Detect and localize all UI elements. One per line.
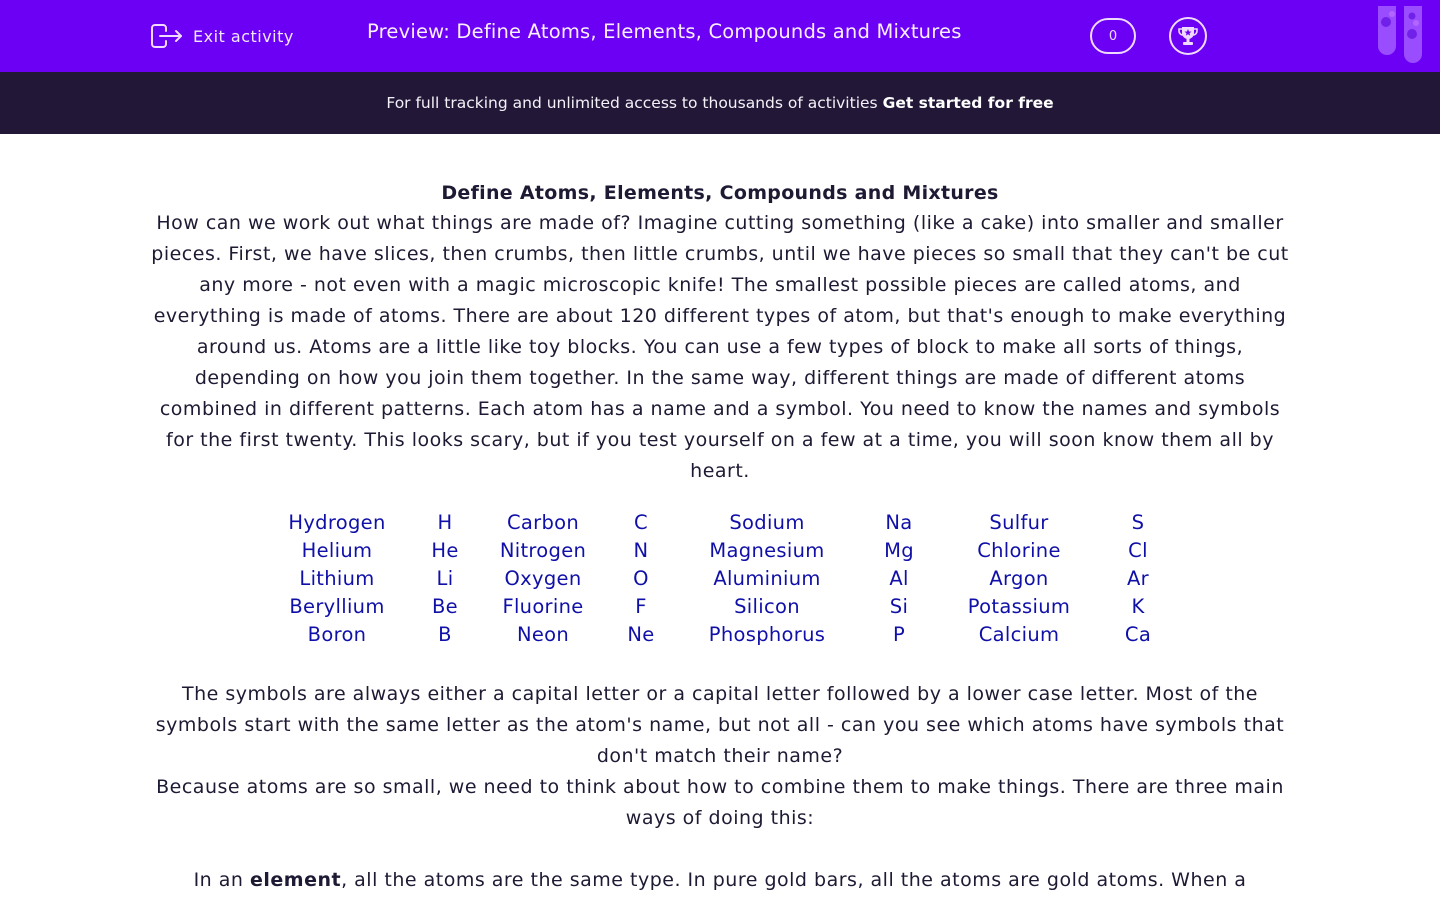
element-name: Oxygen xyxy=(504,567,582,590)
signup-banner: For full tracking and unlimited access t… xyxy=(0,72,1440,134)
element-symbol: Li xyxy=(436,567,454,590)
element-name: Carbon xyxy=(506,511,580,534)
element-symbol: Na xyxy=(885,511,913,534)
element-symbol: Si xyxy=(889,595,909,618)
trophy-icon xyxy=(1178,27,1198,45)
element-name: Potassium xyxy=(967,595,1071,618)
lesson-heading: Define Atoms, Elements, Compounds and Mi… xyxy=(441,182,999,204)
element-symbol: F xyxy=(635,595,647,618)
symbols-column: C N O F Ne xyxy=(607,509,675,649)
symbols-note: The symbols are always either a capital … xyxy=(155,683,1285,767)
activity-title: Preview: Define Atoms, Elements, Compoun… xyxy=(367,20,962,43)
element-symbol: K xyxy=(1131,595,1145,618)
exit-activity-label: Exit activity xyxy=(193,26,294,46)
get-started-link[interactable]: Get started for free xyxy=(883,94,1054,112)
element-symbol: O xyxy=(633,567,649,590)
element-para-suffix: , all the atoms are the same type. In pu… xyxy=(341,869,1247,891)
element-symbol: C xyxy=(634,511,648,534)
element-symbol: He xyxy=(431,539,459,562)
element-symbol: N xyxy=(633,539,649,562)
element-name: Lithium xyxy=(299,567,375,590)
names-column: Hydrogen Helium Lithium Beryllium Boron xyxy=(263,509,411,649)
element-name: Nitrogen xyxy=(499,539,587,562)
exit-icon xyxy=(151,24,182,48)
element-symbol: Ar xyxy=(1127,567,1149,590)
element-name: Sulfur xyxy=(989,511,1049,534)
element-symbol: H xyxy=(437,511,453,534)
score-badge: 0 xyxy=(1090,18,1136,54)
intro-paragraph: How can we work out what things are made… xyxy=(151,212,1289,482)
element-name: Calcium xyxy=(978,623,1060,646)
banner-text: For full tracking and unlimited access t… xyxy=(386,94,878,112)
test-tubes-icon xyxy=(1378,6,1422,63)
names-column: Sulfur Chlorine Argon Potassium Calcium xyxy=(939,509,1099,649)
elements-table: Hydrogen Helium Lithium Beryllium Boron … xyxy=(150,509,1290,649)
element-symbol: Cl xyxy=(1128,539,1148,562)
symbols-column: Na Mg Al Si P xyxy=(859,509,939,649)
element-symbol: Mg xyxy=(884,539,914,562)
element-name: Aluminium xyxy=(713,567,821,590)
lesson-content: Define Atoms, Elements, Compounds and Mi… xyxy=(150,178,1290,896)
element-symbol: Ca xyxy=(1124,623,1152,646)
element-name: Chlorine xyxy=(977,539,1061,562)
exit-activity-button[interactable]: Exit activity xyxy=(150,22,294,50)
element-name: Fluorine xyxy=(502,595,584,618)
top-bar: Exit activity Preview: Define Atoms, Ele… xyxy=(0,0,1440,72)
names-column: Carbon Nitrogen Oxygen Fluorine Neon xyxy=(479,509,607,649)
element-symbol: S xyxy=(1131,511,1145,534)
element-para-prefix: In an xyxy=(193,869,250,891)
element-name: Hydrogen xyxy=(288,511,386,534)
element-name: Neon xyxy=(516,623,570,646)
element-symbol: Al xyxy=(889,567,909,590)
element-term: element xyxy=(249,869,342,891)
element-name: Helium xyxy=(301,539,373,562)
element-name: Argon xyxy=(989,567,1049,590)
element-name: Magnesium xyxy=(709,539,825,562)
names-column: Sodium Magnesium Aluminium Silicon Phosp… xyxy=(675,509,859,649)
element-symbol: B xyxy=(438,623,452,646)
symbols-column: H He Li Be B xyxy=(411,509,479,649)
element-paragraph: In an element, all the atoms are the sam… xyxy=(150,865,1290,896)
element-symbol: Ne xyxy=(627,623,655,646)
element-name: Boron xyxy=(307,623,367,646)
element-name: Silicon xyxy=(734,595,800,618)
element-name: Sodium xyxy=(729,511,805,534)
element-symbol: P xyxy=(892,623,906,646)
trophy-button[interactable] xyxy=(1169,17,1207,55)
combine-note: Because atoms are so small, we need to t… xyxy=(156,776,1284,829)
element-name: Beryllium xyxy=(289,595,385,618)
element-symbol: Be xyxy=(432,595,458,618)
symbols-column: S Cl Ar K Ca xyxy=(1099,509,1177,649)
element-name: Phosphorus xyxy=(708,623,826,646)
